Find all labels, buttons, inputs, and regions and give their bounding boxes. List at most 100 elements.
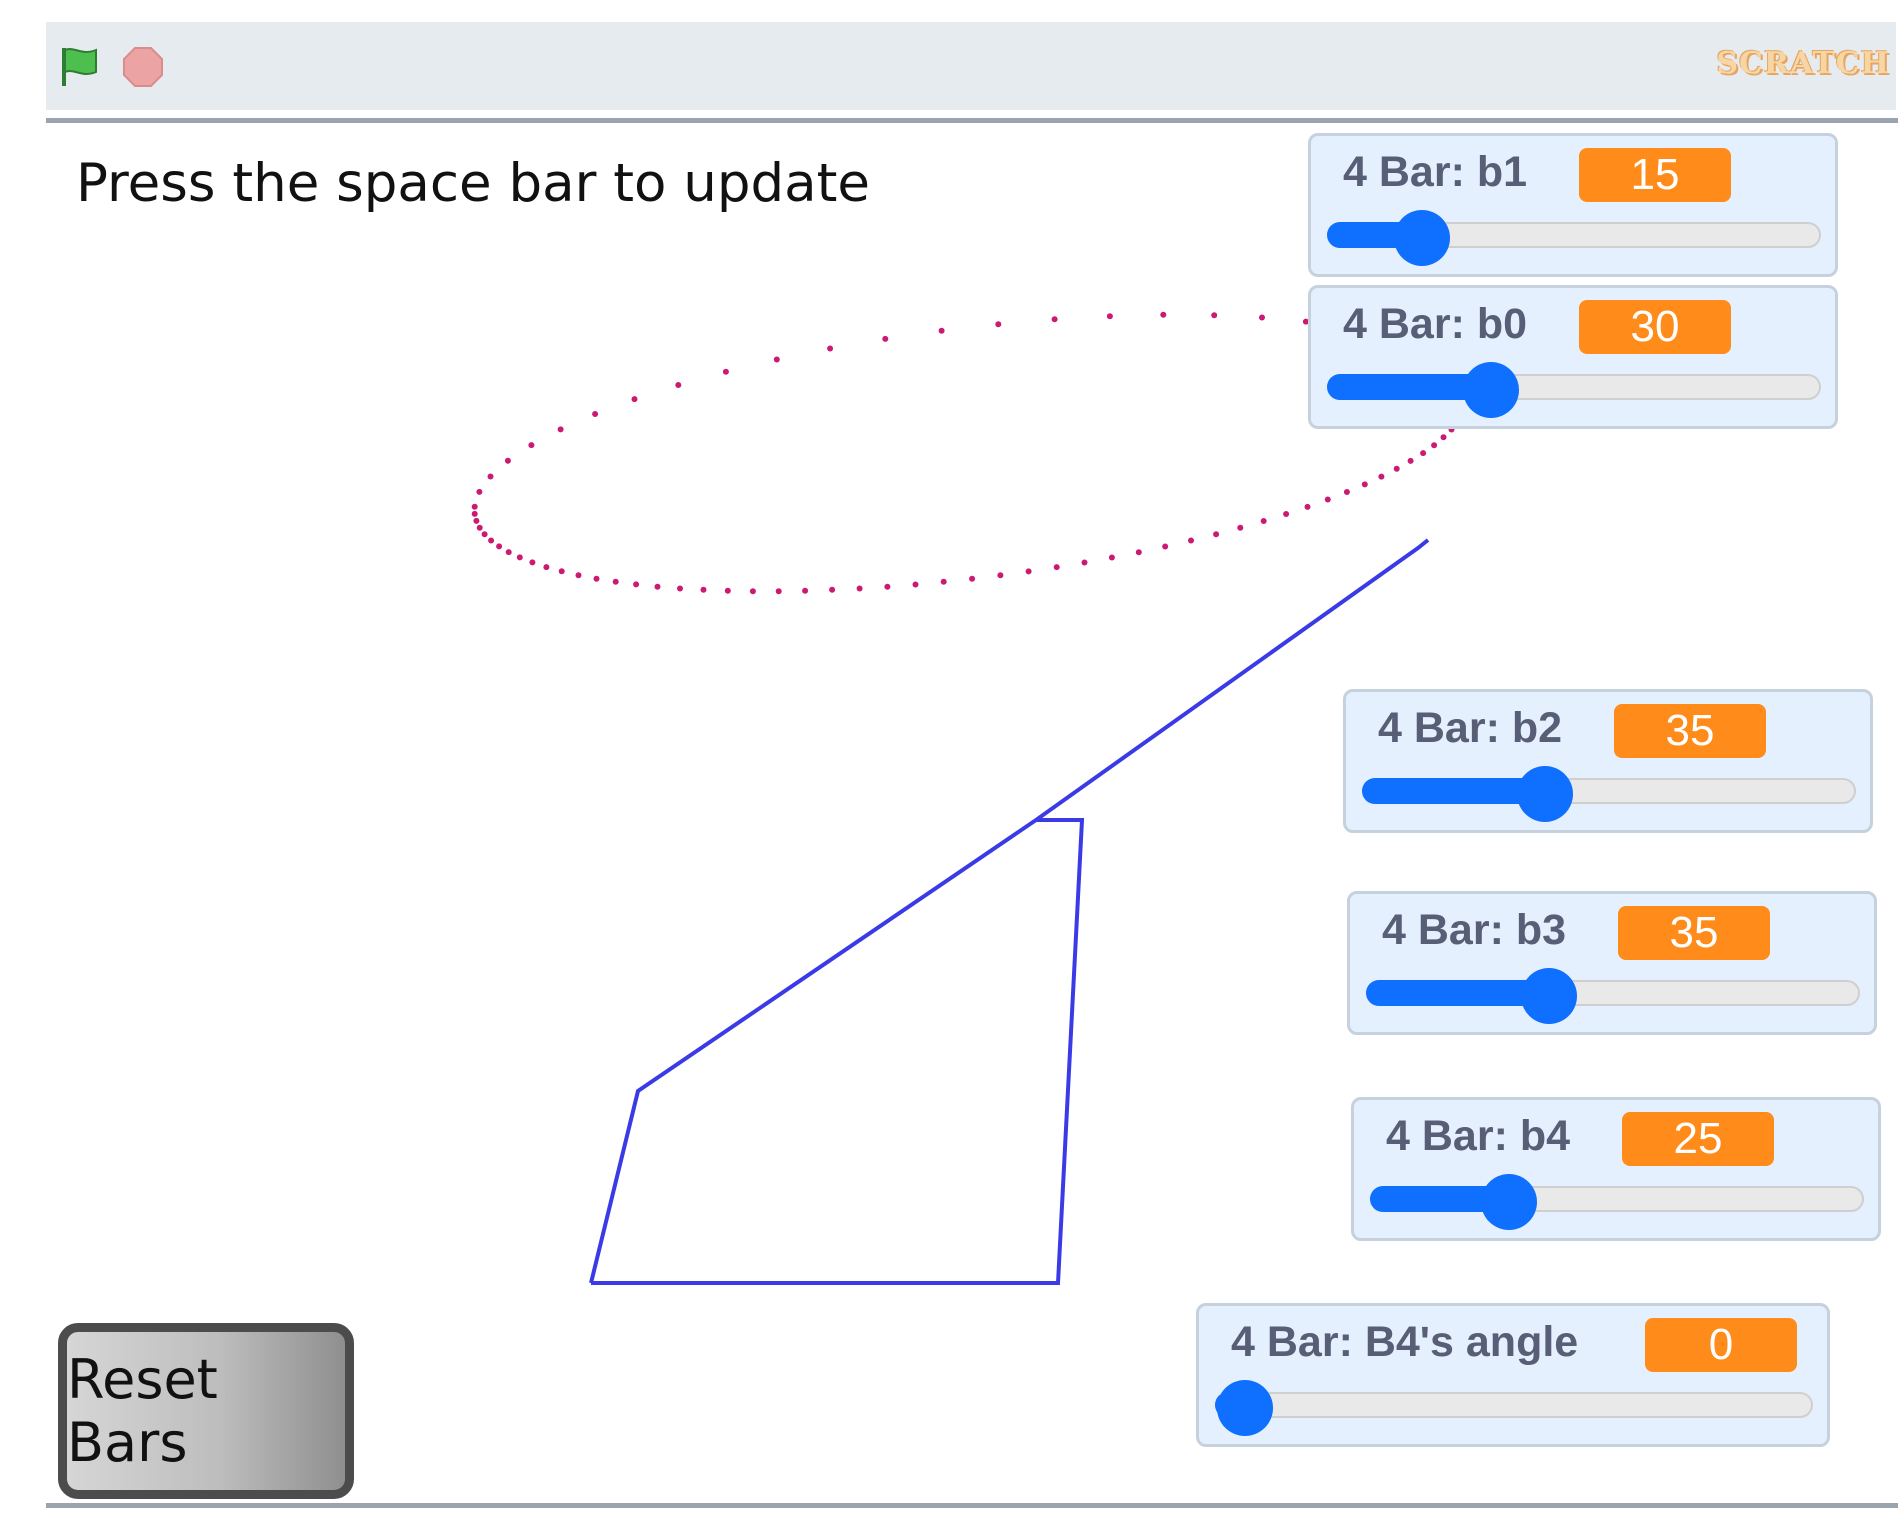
trace-dot: [1324, 496, 1331, 503]
monitor-label: 4 Bar: b3: [1382, 906, 1567, 954]
trace-dot: [633, 581, 640, 588]
reset-bars-button[interactable]: Reset Bars: [58, 1323, 354, 1499]
trace-dot: [1081, 559, 1088, 566]
trace-dot: [481, 531, 488, 538]
trace-dot: [505, 549, 512, 556]
trace-dot: [775, 588, 782, 595]
trace-dot: [773, 356, 780, 363]
trace-dot: [882, 335, 889, 342]
trace-dot: [1260, 518, 1267, 524]
slider-thumb[interactable]: [1517, 766, 1573, 822]
trace-dot: [1162, 543, 1169, 550]
trace-dot: [1211, 312, 1218, 319]
monitor-b4-angle[interactable]: 4 Bar: B4's angle 0: [1196, 1303, 1830, 1447]
trace-dot: [856, 585, 863, 592]
trace-dot: [995, 321, 1002, 328]
slider-track[interactable]: [1362, 766, 1856, 822]
green-flag-icon[interactable]: [58, 44, 102, 88]
monitor-b4[interactable]: 4 Bar: b4 25: [1351, 1097, 1881, 1241]
trace-dot: [700, 586, 707, 593]
trace-dot: [1378, 473, 1385, 480]
trace-dot: [1420, 450, 1427, 457]
trace-dot: [516, 554, 523, 561]
slider-thumb[interactable]: [1521, 968, 1577, 1024]
stage: Press the space bar to update 4 Bar: b1 …: [46, 118, 1898, 1508]
slider-thumb[interactable]: [1394, 210, 1450, 266]
monitor-label: 4 Bar: b1: [1343, 148, 1528, 196]
trace-dot: [940, 578, 947, 585]
trace-dot: [677, 585, 683, 592]
monitor-b3[interactable]: 4 Bar: b3 35: [1347, 891, 1877, 1035]
trace-dot: [1051, 316, 1058, 323]
trace-dot: [912, 581, 919, 588]
trace-dot: [1393, 465, 1400, 472]
monitor-value: 30: [1579, 300, 1731, 354]
trace-dot: [504, 457, 511, 464]
trace-dot: [1135, 549, 1142, 556]
trace-dot: [593, 575, 600, 582]
monitor-label: 4 Bar: b0: [1343, 300, 1528, 348]
trace-dot: [1025, 568, 1032, 575]
slider-thumb[interactable]: [1463, 362, 1519, 418]
trace-dot: [1108, 554, 1115, 561]
slider-track[interactable]: [1327, 210, 1821, 266]
trace-dot: [969, 575, 976, 582]
trace-dot: [1440, 434, 1447, 441]
trace-dot: [1053, 564, 1060, 571]
trace-dot: [631, 396, 638, 403]
monitor-label: 4 Bar: B4's angle: [1231, 1318, 1579, 1366]
trace-dot: [557, 426, 564, 433]
slider-track[interactable]: [1370, 1174, 1864, 1230]
trace-dot: [558, 568, 565, 575]
linkage-rocker: [591, 818, 1085, 1285]
monitor-value: 35: [1618, 906, 1770, 960]
trace-dot: [722, 368, 729, 375]
trace-dot: [592, 411, 599, 417]
trace-dot: [1213, 531, 1220, 538]
slider-thumb[interactable]: [1217, 1380, 1273, 1436]
trace-dot: [1283, 511, 1290, 517]
monitor-value: 25: [1622, 1112, 1774, 1166]
trace-dot: [529, 559, 536, 566]
trace-dot: [488, 537, 495, 544]
trace-dot: [829, 586, 836, 593]
slider-thumb[interactable]: [1481, 1174, 1537, 1230]
trace-dot: [471, 503, 478, 510]
toolbar: SCRATCH: [46, 22, 1896, 110]
slider-track[interactable]: [1366, 968, 1860, 1024]
monitor-label: 4 Bar: b2: [1378, 704, 1563, 752]
slider-track[interactable]: [1327, 362, 1821, 418]
trace-dot: [543, 564, 550, 571]
trace-dot: [1304, 503, 1311, 510]
trace-dot: [938, 327, 945, 334]
monitor-value: 15: [1579, 148, 1731, 202]
monitor-label: 4 Bar: b4: [1386, 1112, 1571, 1160]
trace-dot: [476, 524, 483, 531]
stop-sign-icon[interactable]: [122, 46, 164, 88]
trace-dot: [997, 572, 1004, 579]
scratch-logo: SCRATCH: [1716, 46, 1890, 81]
trace-dot: [1361, 481, 1368, 488]
trace-dot: [1237, 524, 1244, 531]
trace-dot: [724, 587, 731, 594]
trace-dot: [496, 543, 503, 550]
trace-dot: [476, 488, 483, 495]
trace-dot: [654, 583, 661, 590]
trace-dot: [612, 578, 619, 585]
four-bar-linkage: [589, 538, 1430, 1284]
trace-dot: [1431, 442, 1438, 449]
monitor-b2[interactable]: 4 Bar: b2 35: [1343, 689, 1873, 833]
monitor-b0[interactable]: 4 Bar: b0 30: [1308, 285, 1838, 429]
trace-dot: [1259, 314, 1265, 321]
trace-dot: [487, 473, 494, 480]
trace-dot: [827, 345, 834, 352]
monitor-value: 35: [1614, 704, 1766, 758]
trace-dot: [1106, 313, 1113, 320]
trace-dot: [1160, 311, 1167, 318]
monitor-value: 0: [1645, 1318, 1797, 1372]
trace-dot: [1343, 489, 1350, 495]
trace-dot: [675, 382, 682, 388]
slider-track[interactable]: [1215, 1380, 1813, 1436]
trace-dot: [471, 510, 478, 517]
monitor-b1[interactable]: 4 Bar: b1 15: [1308, 133, 1838, 277]
